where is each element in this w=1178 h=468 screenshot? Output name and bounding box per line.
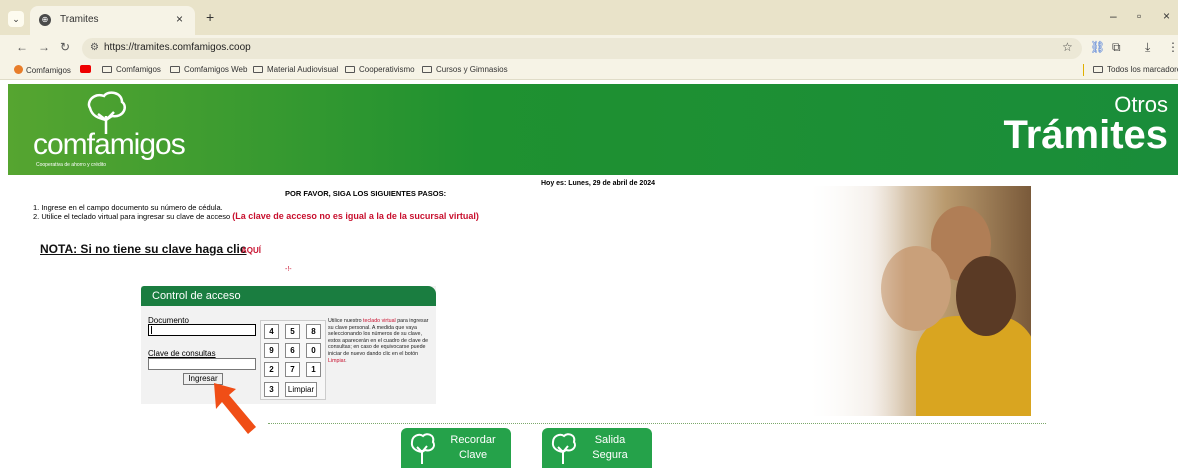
bookmark-folder-cooperativismo[interactable]: Cooperativismo xyxy=(345,65,415,74)
all-bookmarks[interactable]: Todos los marcadores xyxy=(1093,65,1178,74)
downloads-icon[interactable]: ⤓ xyxy=(1145,40,1150,55)
leaf-icon xyxy=(14,65,23,74)
youtube-icon xyxy=(80,65,91,73)
remember-key-label-2: Clave xyxy=(458,449,488,461)
secure-exit-label-2: Segura xyxy=(592,449,628,461)
site-info-icon[interactable]: ⚙ xyxy=(90,42,99,53)
secure-exit-label-1: Salida xyxy=(594,434,626,446)
logo-wordmark: comfamigos xyxy=(33,128,186,161)
reload-icon[interactable]: ↻ xyxy=(60,40,70,54)
header-banner: comfamigos Cooperativa de ahorro y crédi… xyxy=(8,84,1178,175)
document-input[interactable] xyxy=(148,324,256,336)
address-field[interactable]: ⚙ https://tramites.comfamigos.coop xyxy=(82,38,1082,59)
key-button[interactable]: 7 xyxy=(285,362,300,377)
folder-icon xyxy=(170,66,180,73)
bookmark-folder-comfamigos[interactable]: Comfamigos xyxy=(102,65,161,74)
close-tab-icon[interactable]: × xyxy=(176,12,183,26)
key-button[interactable]: 9 xyxy=(264,343,279,358)
remember-key-label-1: Recordar xyxy=(450,434,496,446)
pointer-arrow-icon xyxy=(214,383,256,434)
note-text: NOTA: Si no tiene su clave haga clic xyxy=(40,242,247,256)
folder-icon xyxy=(102,66,112,73)
bookmarks-bar: Comfamigos Comfamigos Comfamigos Web Mat… xyxy=(0,62,1178,80)
access-control-panel: Control de acceso Documento Clave de con… xyxy=(141,286,436,404)
password-label: Clave de consultas xyxy=(148,349,216,358)
people-photo xyxy=(786,186,1031,416)
steps-heading: POR FAVOR, SIGA LOS SIGUIENTES PASOS: xyxy=(285,189,447,198)
panel-title: Control de acceso xyxy=(141,286,436,306)
recover-key-link[interactable]: AQUÍ xyxy=(241,246,261,255)
tab-search-button[interactable]: ⌄ xyxy=(8,11,24,27)
bookmarks-divider xyxy=(1083,64,1084,76)
bookmark-folder-audiovisual[interactable]: Material Audiovisual xyxy=(253,65,338,74)
password-input[interactable] xyxy=(148,358,256,370)
key-button[interactable]: 2 xyxy=(264,362,279,377)
browser-tab[interactable]: ⊕ Tramites × xyxy=(30,6,195,35)
tab-strip: ⌄ ⊕ Tramites × + – ▫ × xyxy=(0,0,1178,35)
forward-icon[interactable]: → xyxy=(38,40,50,54)
header-title-large: Trámites xyxy=(1003,113,1168,157)
keypad-help-text: Utilice nuestro teclado virtual para ing… xyxy=(328,318,429,364)
link-icon[interactable]: ⛓ xyxy=(1090,40,1105,54)
address-bar-row: ← → ↻ ⚙ https://tramites.comfamigos.coop… xyxy=(0,35,1178,62)
tree-icon xyxy=(551,433,576,464)
extensions-icon[interactable]: ⧉ xyxy=(1112,40,1121,55)
clear-button[interactable]: Limpiar xyxy=(285,382,317,397)
url-text: https://tramites.comfamigos.coop xyxy=(104,42,251,53)
bookmark-star-icon[interactable]: ☆ xyxy=(1062,40,1073,54)
back-icon[interactable]: ← xyxy=(16,40,28,54)
globe-icon: ⊕ xyxy=(39,14,51,26)
key-button[interactable]: 1 xyxy=(306,362,321,377)
step-2: 2. Utilice el teclado virtual para ingre… xyxy=(33,211,479,221)
key-button[interactable]: 0 xyxy=(306,343,321,358)
logo-subtitle: Cooperativa de ahorro y crédito xyxy=(36,162,107,168)
key-button[interactable]: 6 xyxy=(285,343,300,358)
key-button[interactable]: 5 xyxy=(285,324,300,339)
key-button[interactable]: 4 xyxy=(264,324,279,339)
bookmark-youtube[interactable] xyxy=(80,65,95,74)
bookmark-folder-cursos[interactable]: Cursos y Gimnasios xyxy=(422,65,508,74)
folder-icon xyxy=(253,66,263,73)
secure-exit-button[interactable]: Salida Segura xyxy=(542,428,652,468)
minimize-icon[interactable]: – xyxy=(1110,9,1117,23)
folder-icon xyxy=(1093,66,1103,73)
tree-icon xyxy=(410,433,435,464)
dotted-divider xyxy=(268,423,1046,424)
virtual-keypad-link: teclado virtual xyxy=(363,318,396,324)
bookmark-folder-web[interactable]: Comfamigos Web xyxy=(170,65,247,74)
restore-icon[interactable]: ▫ xyxy=(1137,9,1141,23)
menu-icon[interactable]: ⋮ xyxy=(1167,40,1178,54)
close-window-icon[interactable]: × xyxy=(1163,9,1170,23)
tab-title: Tramites xyxy=(60,14,99,25)
step-2-warning: (La clave de acceso no es igual a la de … xyxy=(232,211,479,221)
remember-key-button[interactable]: Recordar Clave xyxy=(401,428,511,468)
folder-icon xyxy=(345,66,355,73)
new-tab-icon[interactable]: + xyxy=(206,9,214,25)
key-button[interactable]: 8 xyxy=(306,324,321,339)
current-date: Hoy es: Lunes, 29 de abril de 2024 xyxy=(541,180,655,187)
bookmark-comfamigos[interactable]: Comfamigos xyxy=(14,65,71,75)
folder-icon xyxy=(422,66,432,73)
red-marker: -!- xyxy=(285,266,292,273)
